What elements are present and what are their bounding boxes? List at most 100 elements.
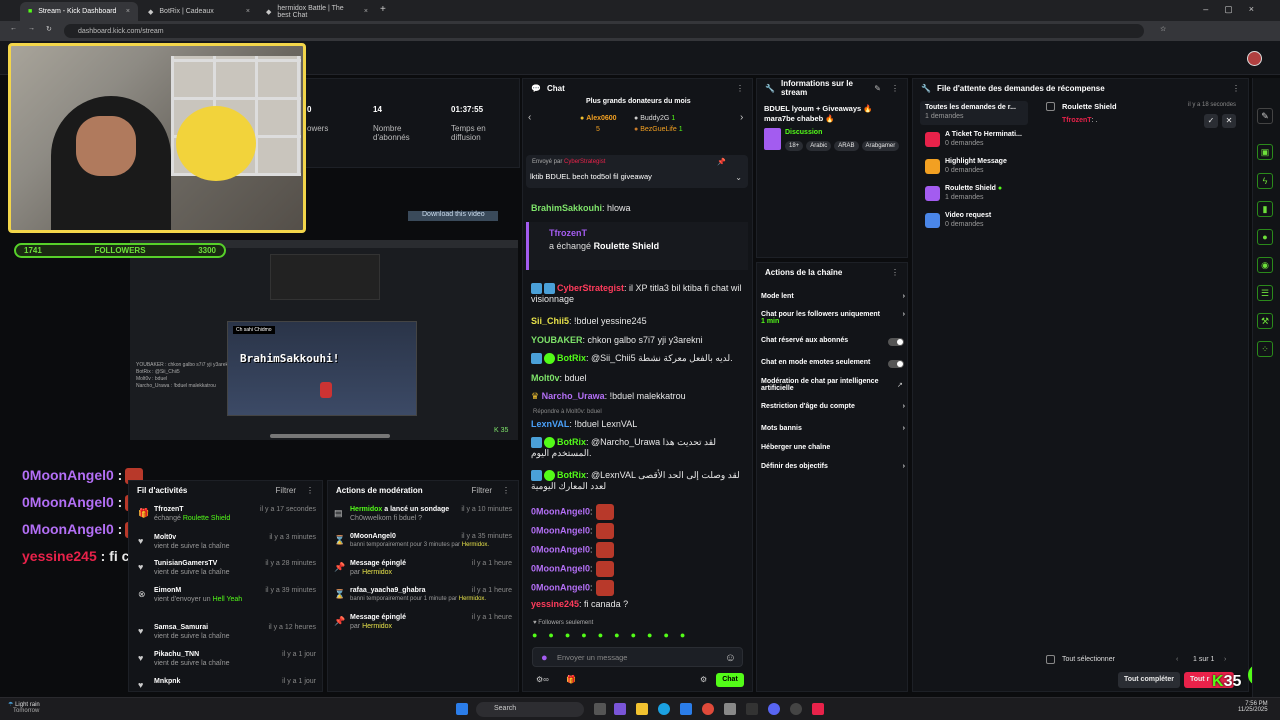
reward-category-ticket[interactable]: A Ticket To Herminati... 0 demandes [945,131,1022,147]
download-button[interactable]: Download this video [408,211,498,221]
clock[interactable]: 7:56 PM 11/25/2025 [1238,701,1268,713]
reject-icon[interactable]: ✕ [1222,114,1236,128]
tool-icon[interactable]: ⚒ [1257,313,1273,329]
close-icon[interactable]: × [364,8,368,15]
user-avatar[interactable] [1247,51,1262,66]
close-icon[interactable]: × [246,8,250,15]
reward-category-video[interactable]: Video request 0 demandes [945,212,991,228]
moderation-item[interactable]: ▤ Hermidox a lancé un sondage Ch0wwelkom f… [334,506,512,532]
reward-category-highlight[interactable]: Highlight Message 0 demandes [945,158,1007,174]
mail-icon[interactable] [680,703,692,715]
gift-icon[interactable]: 🎁 [566,675,576,684]
more-icon[interactable]: ⋮ [502,486,510,495]
send-chat-button[interactable]: Chat [716,673,744,687]
moderation-item[interactable]: 📌 Message épinglé par Hermidox il y a 1 heu… [334,614,512,640]
browser-tab-kick[interactable]: ■ Stream - Kick Dashboard × [20,2,138,21]
new-tab-icon[interactable]: + [380,4,386,15]
banned-words[interactable]: Mots bannis › [761,425,905,432]
chat-bubble-icon[interactable]: ● [1257,229,1273,245]
brave-icon[interactable] [812,703,824,715]
complete-all-button[interactable]: Tout compléter [1118,672,1180,688]
url-input[interactable]: dashboard.kick.com/stream [64,24,1144,38]
chrome-icon[interactable] [702,703,714,715]
activity-item[interactable]: ♥ TunisianGamersTV vient de suivre la chaî… [138,560,316,586]
select-all-checkbox[interactable] [1046,655,1055,664]
activity-item[interactable]: ⊗ EimonM vient d'envoyer un Hell Yeah il y … [138,587,316,613]
activity-item[interactable]: 🎁 TfrozenT échangé Roulette Shield il y a 1… [138,506,316,532]
more-icon[interactable]: ⋮ [891,84,899,93]
browser-tab-botrix[interactable]: ◆ BotRix | Cadeaux × [140,2,258,21]
weather-widget[interactable]: ☂ Light rain Tomorrow [8,701,40,714]
note-icon[interactable]: ▮ [1257,201,1273,217]
filter-button[interactable]: Filtrer [276,486,296,495]
emote-bar[interactable]: ●●●●●●●●●● [532,630,742,642]
broadcast-icon[interactable]: ◉ [1257,257,1273,273]
approve-icon[interactable]: ✓ [1204,114,1218,128]
moderation-item[interactable]: ⌛ 0MoonAngel0 banni temporairement pour 3 … [334,533,512,559]
app-icon[interactable] [746,703,758,715]
activity-item[interactable]: ♥ Pikachu_TNN vient de suivre la chaîne il … [138,651,316,677]
browser-tab-hermidox[interactable]: ◆ hermidox Battle | The best Chat × [258,2,376,21]
moderation-item[interactable]: 📌 Message épinglé par Hermidox il y a 1 heu… [334,560,512,586]
windows-start-icon[interactable] [456,703,468,715]
more-icon[interactable]: ⋮ [1232,84,1240,93]
apps-icon[interactable]: ⁘ [1257,341,1273,357]
subscribers-only-chat[interactable]: Chat réservé aux abonnés [761,337,905,344]
discord-icon[interactable] [768,703,780,715]
bolt-icon[interactable]: ϟ [1257,173,1273,189]
star-icon[interactable]: ☆ [1160,25,1166,33]
next-page-icon[interactable]: › [1224,656,1226,663]
set-goals[interactable]: Définir des objectifs › [761,463,905,470]
activity-item[interactable]: ♥ Samsa_Samurai vient de suivre la chaîne i… [138,624,316,650]
more-icon[interactable]: ⋮ [891,268,899,277]
more-icon[interactable]: ⋮ [306,486,314,495]
taskbar-search[interactable]: Search [476,702,584,717]
host-channel[interactable]: Héberger une chaîne [761,444,905,451]
subscribers-only-toggle[interactable] [888,338,904,346]
more-icon[interactable]: ⋮ [736,84,744,93]
chat-input[interactable]: ● Envoyer un message ☺ [532,647,743,667]
mic-icon[interactable]: ● [541,652,548,664]
prev-page-icon[interactable]: ‹ [1176,656,1178,663]
slow-mode[interactable]: Mode lent › [761,293,905,300]
reward-category-roulette[interactable]: Roulette Shield ● 1 demandes [945,185,1002,201]
pin-icon: 📌 [334,562,346,572]
emote-only-toggle[interactable] [888,360,904,368]
activity-item[interactable]: ♥ Molt0v vient de suivre la chaîne il y a 3… [138,534,316,560]
back-icon[interactable]: ← [10,25,17,32]
close-icon[interactable]: × [126,8,130,15]
emoji-icon[interactable]: ☺ [725,652,736,664]
settings-icon[interactable]: ⚙∞ [536,675,549,684]
edit-icon[interactable]: ✎ [874,84,881,93]
pinned-message[interactable]: Envoyé par CyberStrategist lktib BDUEL b… [526,155,748,188]
category-name[interactable]: Discussion [785,129,822,136]
layout-icon[interactable]: ☰ [1257,285,1273,301]
hourglass-icon: ⌛ [334,589,346,599]
app-icon[interactable] [724,703,736,715]
filter-button[interactable]: Filtrer [472,486,492,495]
chevron-right-icon[interactable]: › [740,112,743,123]
ai-moderation[interactable]: Modération de chat par intelligence arti… [761,378,891,392]
edit-icon[interactable]: ✎ [1257,108,1273,124]
moderation-item[interactable]: ⌛ rafaa_yaacha9_ghabra banni temporairemen… [334,587,512,613]
emote-only-chat[interactable]: Chat en mode emotes seulement [761,359,905,366]
pin-icon[interactable]: 📌 [717,158,726,166]
reload-icon[interactable]: ↻ [46,25,52,33]
forward-icon[interactable]: → [28,25,35,32]
obs-icon[interactable] [790,703,802,715]
task-view-icon[interactable] [594,703,606,715]
followers-only-label: ♥ Followers seulement [533,620,594,626]
external-link-icon[interactable]: ↗ [897,381,903,389]
chevron-down-icon[interactable]: ⌄ [735,173,742,182]
age-restriction[interactable]: Restriction d'âge du compte › [761,403,905,410]
edge-icon[interactable] [658,703,670,715]
folder-icon[interactable] [636,703,648,715]
app-icon[interactable] [614,703,626,715]
window-controls[interactable]: –▢× [1203,4,1270,15]
chevron-left-icon[interactable]: ‹ [528,112,531,123]
select-all-label[interactable]: Tout sélectionner [1062,656,1115,663]
scan-icon[interactable]: ▣ [1257,144,1273,160]
gear-icon[interactable]: ⚙ [700,675,707,684]
followers-only-chat[interactable]: Chat pour les followers uniquement 1 min › [761,311,905,325]
request-checkbox[interactable] [1046,102,1055,111]
